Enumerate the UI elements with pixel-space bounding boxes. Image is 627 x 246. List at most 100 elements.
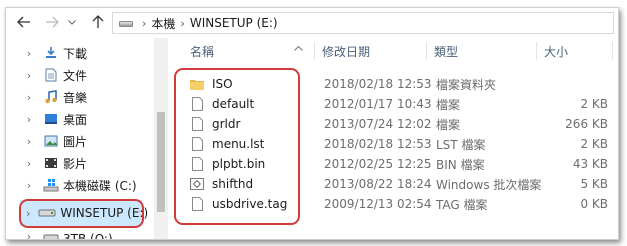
file-name: shifthd <box>212 177 254 191</box>
file-name: usbdrive.tag <box>212 197 288 211</box>
sidebar-item-label: 音樂 <box>63 90 88 105</box>
column-divider[interactable] <box>536 42 537 60</box>
file-name: menu.lst <box>212 137 265 151</box>
sidebar-item-3tb-o[interactable]: › 3TB (O:) <box>6 230 113 240</box>
file-name-cell: grldr <box>190 114 240 134</box>
file-row[interactable]: default 2012/01/17 10:43 檔案 2 KB <box>168 94 618 114</box>
chevron-right-icon[interactable]: › <box>23 230 35 239</box>
column-divider[interactable] <box>314 42 315 60</box>
sidebar-item-label: 3TB (O:) <box>63 232 113 240</box>
breadcrumb-drive[interactable]: WINSETUP (E:) <box>190 16 278 30</box>
sidebar-item-pictures[interactable]: › 圖片 <box>6 130 87 152</box>
chevron-right-icon[interactable]: › <box>26 207 30 220</box>
sidebar-item-desktop[interactable]: › 桌面 <box>6 108 87 130</box>
file-size: 43 KB <box>572 157 608 171</box>
drive-icon <box>38 205 56 221</box>
file-row[interactable]: usbdrive.tag 2009/12/13 02:54 TAG 檔案 0 K… <box>168 194 618 214</box>
chevron-right-icon[interactable]: › <box>23 179 35 192</box>
download-icon <box>43 45 59 61</box>
scrollbar-thumb[interactable] <box>157 112 165 212</box>
chevron-right-icon[interactable]: › <box>23 69 35 82</box>
sidebar-item-label: 影片 <box>63 156 88 171</box>
sidebar-item-local-disk-c[interactable]: › 本機磁碟 (C:) <box>6 174 137 196</box>
file-row[interactable]: menu.lst 2018/02/18 12:53 LST 檔案 2 KB <box>168 134 618 154</box>
file-name: grldr <box>212 117 241 131</box>
forward-button[interactable] <box>42 12 62 32</box>
forward-arrow-icon <box>46 16 59 28</box>
chevron-right-icon[interactable]: › <box>23 157 35 170</box>
file-name-cell: ISO <box>190 74 233 94</box>
file-icon <box>190 96 204 112</box>
file-row[interactable]: grldr 2013/07/24 12:02 檔案 266 KB <box>168 114 618 134</box>
file-type: TAG 檔案 <box>436 197 488 212</box>
column-header-type[interactable]: 類型 <box>434 38 458 64</box>
file-modified: 2018/02/18 12:53 <box>324 137 432 151</box>
file-type: 檔案 <box>436 117 461 132</box>
file-size: 5 KB <box>580 177 608 191</box>
picture-icon <box>43 133 59 149</box>
batch-file-icon <box>190 176 204 192</box>
sidebar-item-music[interactable]: › 音樂 <box>6 86 87 108</box>
chevron-right-icon[interactable]: › <box>23 47 35 60</box>
chevron-right-icon[interactable]: › <box>23 91 35 104</box>
breadcrumb-this-pc[interactable]: 本機 <box>151 15 175 32</box>
folder-icon <box>190 76 204 92</box>
back-arrow-icon <box>17 16 30 28</box>
file-name-cell: usbdrive.tag <box>190 194 287 214</box>
file-modified: 2012/02/25 12:25 <box>324 157 432 171</box>
desktop-icon <box>43 111 59 127</box>
up-button[interactable] <box>88 12 108 32</box>
file-size: 266 KB <box>565 117 608 131</box>
sidebar-item-label: 本機磁碟 (C:) <box>63 178 137 193</box>
column-divider[interactable] <box>426 42 427 60</box>
file-name: default <box>212 97 255 111</box>
file-name-cell: menu.lst <box>190 134 264 154</box>
file-icon <box>190 116 204 132</box>
address-bar[interactable]: › 本機 › WINSETUP (E:) <box>112 12 614 34</box>
file-explorer-window: › 本機 › WINSETUP (E:) › 下載 › 文件 › 音樂 › 桌面… <box>5 7 619 240</box>
file-type: BIN 檔案 <box>436 157 485 172</box>
file-row[interactable]: shifthd 2013/08/22 18:24 Windows 批次檔案 5 … <box>168 174 618 194</box>
file-name-cell: plpbt.bin <box>190 154 265 174</box>
column-header-size[interactable]: 大小 <box>544 38 568 64</box>
file-modified: 2013/08/22 18:24 <box>324 177 432 191</box>
sidebar-item-winsetup-e[interactable]: › WINSETUP (E:) <box>20 200 148 226</box>
file-modified: 2013/07/24 12:02 <box>324 117 432 131</box>
file-row[interactable]: plpbt.bin 2012/02/25 12:25 BIN 檔案 43 KB <box>168 154 618 174</box>
sidebar-item-downloads[interactable]: › 下載 <box>6 42 87 64</box>
chevron-right-icon[interactable]: › <box>23 135 35 148</box>
navigation-pane: › 下載 › 文件 › 音樂 › 桌面 › 圖片 › 影片 › 本機磁碟 (C:… <box>6 38 154 239</box>
windows-drive-icon <box>43 177 59 193</box>
sidebar-item-label: 圖片 <box>63 134 88 149</box>
sidebar-item-documents[interactable]: › 文件 <box>6 64 87 86</box>
file-size: 2 KB <box>580 97 608 111</box>
file-size: 0 KB <box>580 197 608 211</box>
file-type: Windows 批次檔案 <box>436 177 542 192</box>
column-divider[interactable] <box>612 42 613 60</box>
file-type: 檔案 <box>436 97 461 112</box>
sidebar-item-label: 下載 <box>63 46 88 61</box>
file-modified: 2012/01/17 10:43 <box>324 97 432 111</box>
file-name: ISO <box>212 77 233 91</box>
column-header-modified[interactable]: 修改日期 <box>322 38 370 64</box>
file-type: LST 檔案 <box>436 137 486 152</box>
column-header-name[interactable]: 名稱 <box>190 38 214 64</box>
file-icon <box>190 156 204 172</box>
nav-pane-scrollbar[interactable] <box>154 38 168 239</box>
drive-icon <box>119 21 133 27</box>
navigation-bar: › 本機 › WINSETUP (E:) <box>6 8 618 36</box>
file-icon <box>190 196 204 212</box>
file-type: 檔案資料夾 <box>436 77 497 92</box>
sidebar-item-videos[interactable]: › 影片 <box>6 152 87 174</box>
up-arrow-icon <box>92 15 104 28</box>
breadcrumb-separator: › <box>180 16 185 30</box>
sidebar-item-label: 桌面 <box>63 112 88 127</box>
recent-locations-button[interactable] <box>66 12 78 32</box>
file-row[interactable]: ISO 2018/02/18 12:53 檔案資料夾 <box>168 74 618 94</box>
sort-ascending-icon <box>294 40 303 54</box>
file-name: plpbt.bin <box>212 157 266 171</box>
file-size <box>544 74 608 94</box>
chevron-right-icon[interactable]: › <box>23 113 35 126</box>
file-size: 2 KB <box>580 137 608 151</box>
back-button[interactable] <box>14 12 34 32</box>
